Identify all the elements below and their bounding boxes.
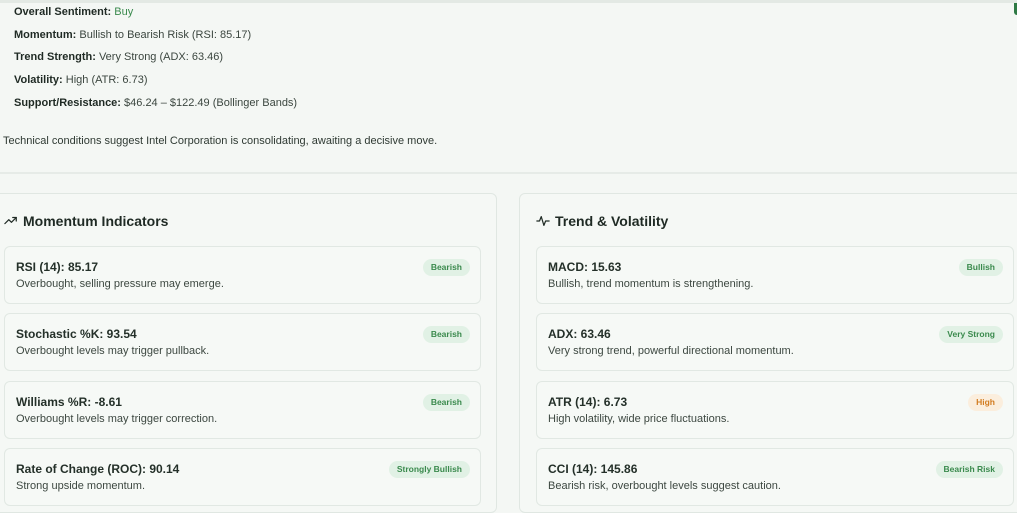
- indicator-card-cci: CCI (14): 145.86 Bearish risk, overbough…: [536, 448, 1014, 506]
- volatility-value: High (ATR: 6.73): [65, 74, 148, 86]
- status-badge: Bullish: [958, 259, 1003, 276]
- status-badge: Very Strong: [939, 326, 1003, 343]
- status-badge: Bearish Risk: [935, 461, 1003, 478]
- trending-up-icon: [4, 216, 17, 225]
- indicator-card-adx: ADX: 63.46 Very strong trend, powerful d…: [536, 313, 1014, 371]
- indicator-card-stochastic: Stochastic %K: 93.54 Overbought levels m…: [4, 313, 481, 371]
- indicator-card-atr: ATR (14): 6.73 High volatility, wide pri…: [536, 381, 1014, 439]
- indicator-title: CCI (14): 145.86: [548, 462, 638, 476]
- momentum-panel-header: Momentum Indicators: [4, 213, 168, 229]
- indicator-card-macd: MACD: 15.63 Bullish, trend momentum is s…: [536, 246, 1014, 304]
- support-resistance-row: Support/Resistance: $46.24 – $122.49 (Bo…: [14, 96, 297, 110]
- trend-volatility-panel: Trend & Volatility MACD: 15.63 Bullish, …: [519, 193, 1017, 513]
- summary-description: Technical conditions suggest Intel Corpo…: [3, 135, 438, 147]
- indicator-title: Rate of Change (ROC): 90.14: [16, 462, 180, 476]
- trend-panel-title: Trend & Volatility: [555, 213, 669, 229]
- sentiment-row: Overall Sentiment: Buy: [14, 5, 133, 19]
- volatility-label: Volatility:: [14, 74, 63, 86]
- volatility-row: Volatility: High (ATR: 6.73): [14, 73, 147, 87]
- momentum-value: Bullish to Bearish Risk (RSI: 85.17): [79, 29, 252, 41]
- indicator-card-roc: Rate of Change (ROC): 90.14 Strong upsid…: [4, 448, 481, 506]
- indicator-description: Bullish, trend momentum is strengthening…: [548, 278, 754, 290]
- indicator-description: Bearish risk, overbought levels suggest …: [548, 480, 781, 492]
- status-badge: Bearish: [422, 259, 470, 276]
- status-badge: Strongly Bullish: [388, 461, 470, 478]
- trend-strength-value: Very Strong (ADX: 63.46): [98, 51, 224, 63]
- activity-icon: [536, 216, 550, 226]
- indicator-description: Overbought, selling pressure may emerge.: [16, 278, 224, 290]
- momentum-label: Momentum:: [14, 29, 77, 41]
- indicator-title: MACD: 15.63: [548, 260, 622, 274]
- indicator-title: Williams %R: -8.61: [16, 395, 122, 409]
- momentum-row: Momentum: Bullish to Bearish Risk (RSI: …: [14, 28, 251, 42]
- indicator-description: Strong upside momentum.: [16, 480, 146, 492]
- indicator-title: ATR (14): 6.73: [548, 395, 628, 409]
- indicator-description: Overbought levels may trigger pullback.: [16, 345, 210, 357]
- status-badge: High: [968, 394, 1003, 411]
- indicator-title: ADX: 63.46: [548, 327, 611, 341]
- indicator-title: RSI (14): 85.17: [16, 260, 99, 274]
- momentum-panel-title: Momentum Indicators: [23, 213, 169, 229]
- support-resistance-value: $46.24 – $122.49 (Bollinger Bands): [124, 97, 298, 109]
- momentum-indicators-panel: Momentum Indicators RSI (14): 85.17 Over…: [0, 193, 497, 513]
- sentiment-summary: Overall Sentiment: Buy Momentum: Bullish…: [0, 0, 1017, 174]
- sentiment-label: Overall Sentiment:: [14, 6, 112, 18]
- sentiment-value: Buy: [114, 6, 134, 18]
- indicator-card-rsi: RSI (14): 85.17 Overbought, selling pres…: [4, 246, 481, 304]
- status-badge: Bearish: [422, 326, 470, 343]
- indicator-title: Stochastic %K: 93.54: [16, 327, 137, 341]
- indicator-description: High volatility, wide price fluctuations…: [548, 413, 730, 425]
- indicator-card-williams: Williams %R: -8.61 Overbought levels may…: [4, 381, 481, 439]
- trend-panel-header: Trend & Volatility: [536, 213, 668, 229]
- support-resistance-label: Support/Resistance:: [14, 97, 121, 109]
- status-badge: Bearish: [422, 394, 470, 411]
- trend-strength-label: Trend Strength:: [14, 51, 96, 63]
- trend-strength-row: Trend Strength: Very Strong (ADX: 63.46): [14, 50, 223, 64]
- indicator-description: Very strong trend, powerful directional …: [548, 345, 794, 357]
- indicator-description: Overbought levels may trigger correction…: [16, 413, 218, 425]
